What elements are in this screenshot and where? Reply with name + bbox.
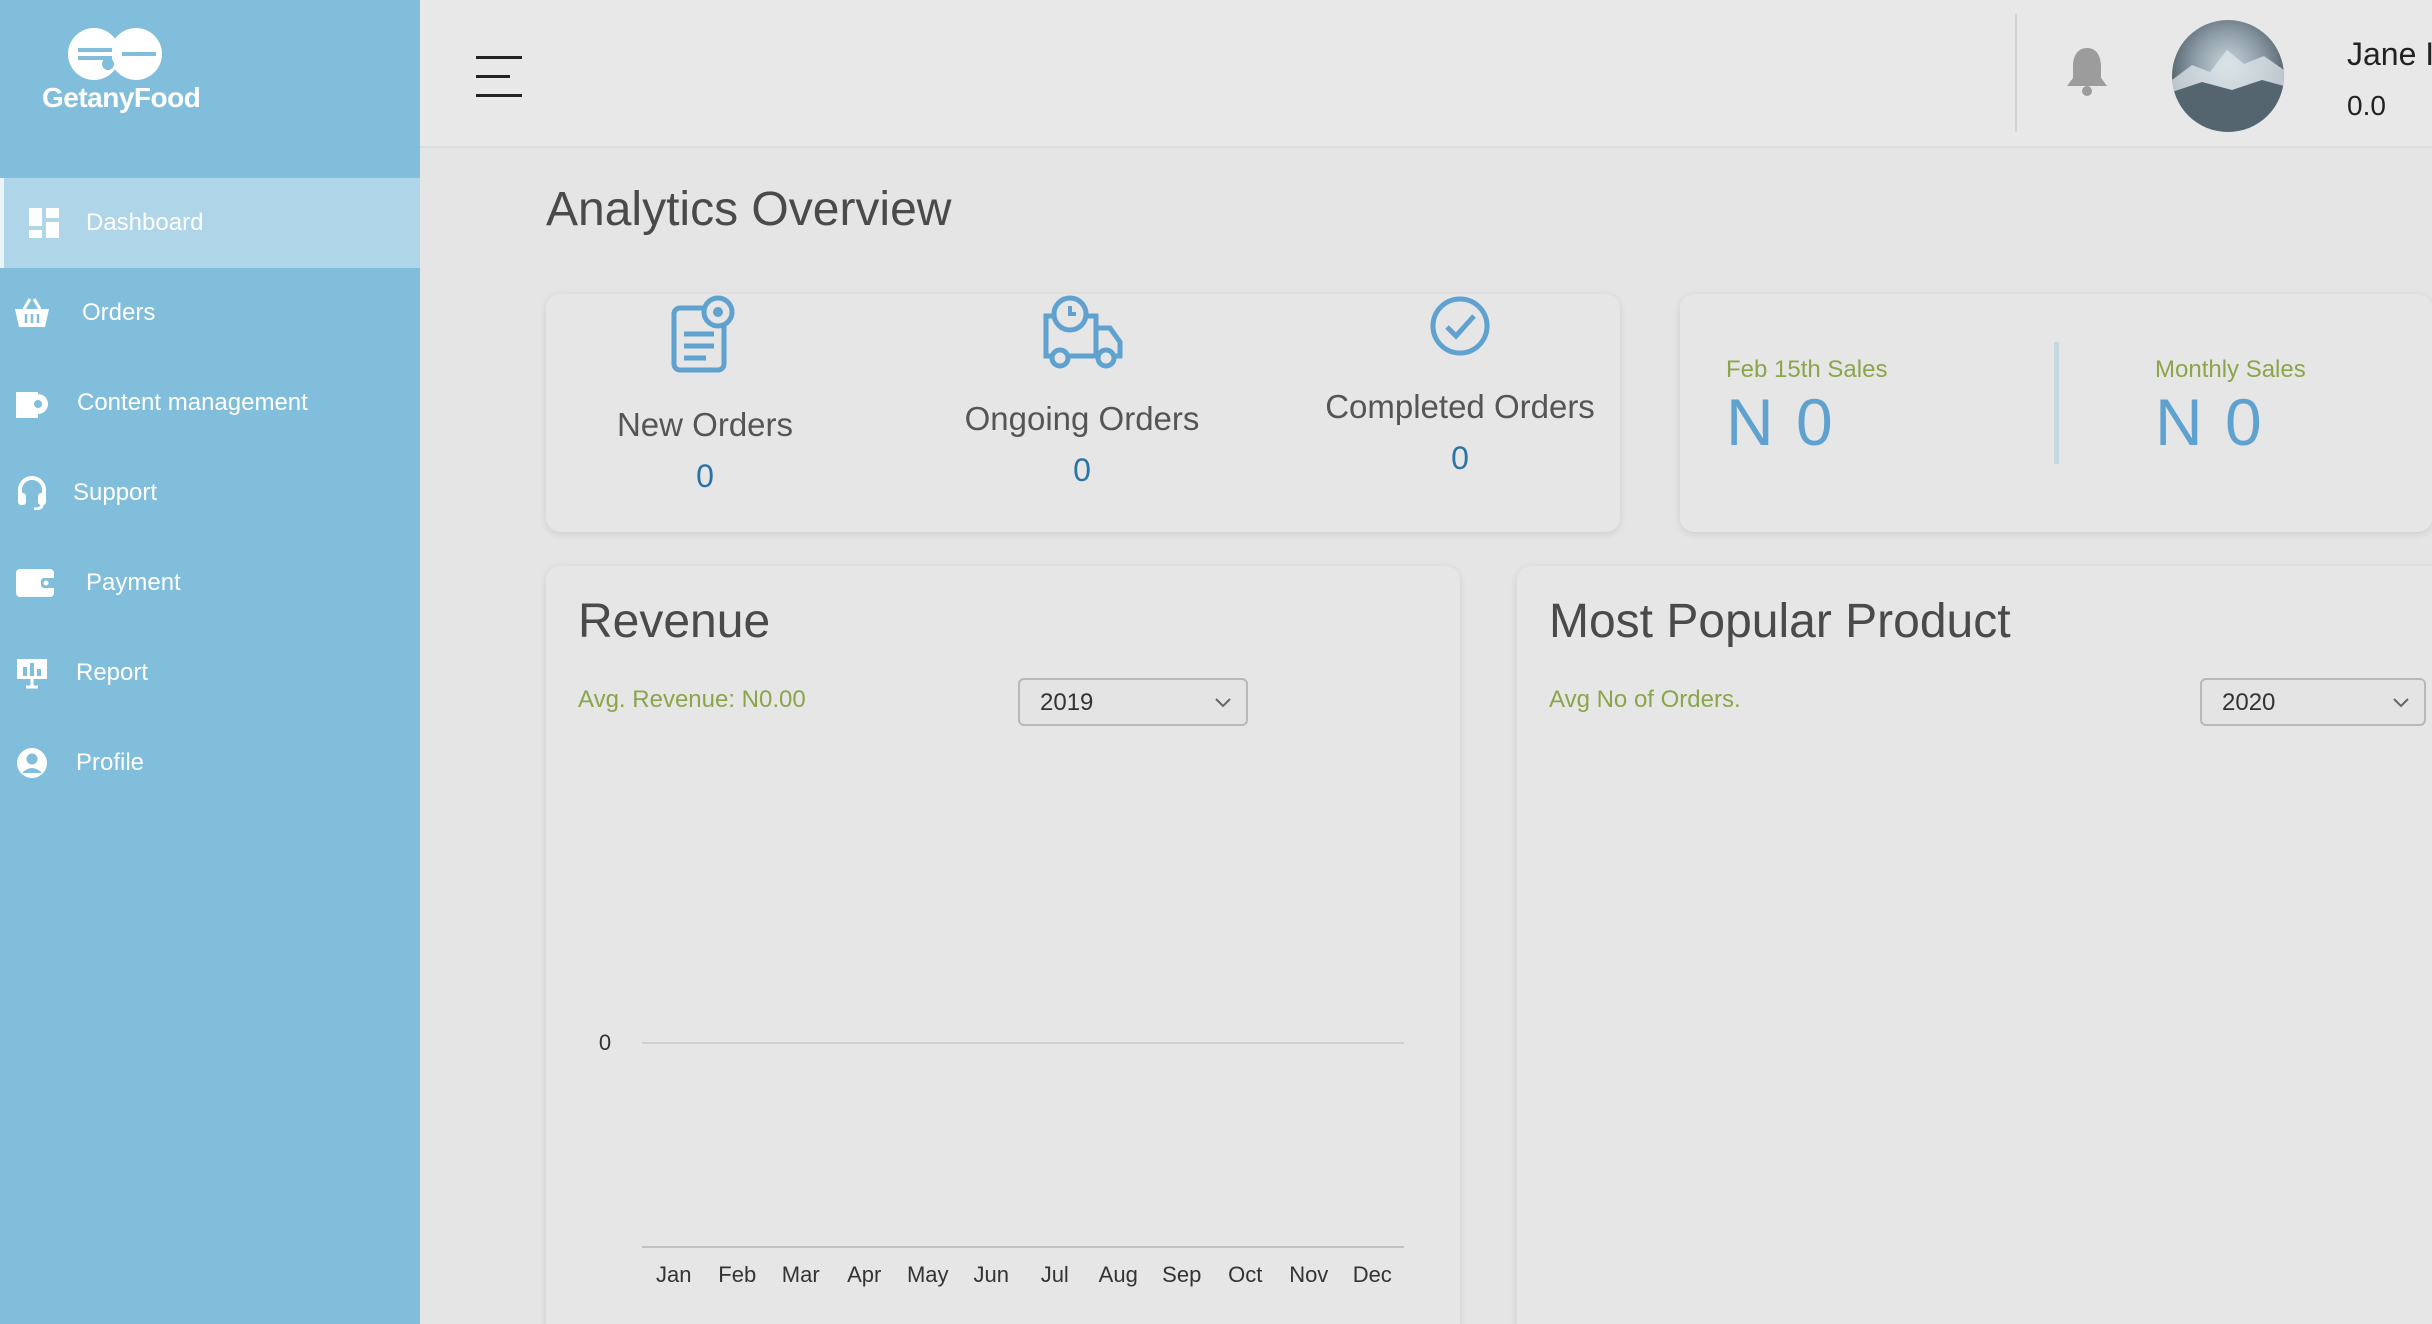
delivery-truck-icon (1043, 295, 1123, 369)
x-tick-label: Jul (1040, 1262, 1069, 1287)
wallet-icon (14, 565, 58, 601)
headset-icon (14, 475, 50, 511)
popular-year-select[interactable]: 2020 (2200, 678, 2426, 726)
bell-icon (2067, 48, 2107, 96)
order-stats-card: New Orders 0 Ongoing Orders 0 Completed … (546, 294, 1620, 532)
dashboard-icon (26, 205, 62, 241)
revenue-chart: 0 Jan Feb Mar Apr May Jun Jul Aug Sep Oct Nov Dec (578, 1000, 1418, 1300)
x-tick-label: Apr (847, 1262, 882, 1287)
sidebar-item-label: Report (76, 659, 149, 686)
stat-value-new-orders: 0 (696, 458, 714, 494)
sales-divider (2054, 342, 2059, 464)
revenue-average: Avg. Revenue: N0.00 (578, 686, 806, 713)
popular-product-average: Avg No of Orders. (1549, 686, 1741, 713)
stat-value-ongoing-orders: 0 (1073, 452, 1091, 488)
brand-logo[interactable]: GetanyFood (38, 24, 218, 124)
gridline-zero (642, 1042, 1404, 1044)
new-orders-icon (671, 295, 735, 373)
sales-label-monthly: Monthly Sales (2155, 356, 2306, 383)
user-avatar[interactable] (2172, 20, 2284, 132)
sales-label-daily: Feb 15th Sales (1726, 356, 1888, 383)
sidebar-item-content-management[interactable]: Content management (0, 358, 420, 448)
sidebar-item-dashboard[interactable]: Dashboard (0, 178, 420, 268)
page-title: Analytics Overview (546, 183, 952, 236)
sales-value-monthly: N 0 (2155, 385, 2264, 459)
stat-label-ongoing-orders: Ongoing Orders (964, 400, 1200, 437)
sidebar-item-label: Profile (76, 749, 145, 776)
sidebar-item-label: Support (73, 479, 158, 506)
brand-name: GetanyFood (42, 82, 201, 113)
revenue-title: Revenue (578, 595, 771, 648)
x-tick-label: Aug (1098, 1262, 1138, 1287)
x-tick-label: Nov (1289, 1262, 1329, 1287)
revenue-year-select[interactable]: 2019 (1018, 678, 1248, 726)
sidebar-item-label: Orders (82, 299, 156, 326)
x-axis-line (642, 1246, 1404, 1248)
menu-icon (476, 56, 522, 59)
topbar: Jane I 0.0 (420, 0, 2432, 148)
menu-toggle-button[interactable] (476, 56, 522, 100)
sidebar: GetanyFood Dashboard Orders Content mana… (0, 0, 420, 1324)
popular-year-value: 2020 (2222, 689, 2276, 716)
x-tick-label: Dec (1352, 1262, 1392, 1287)
popular-product-title: Most Popular Product (1549, 595, 2011, 648)
chevron-down-icon (1215, 698, 1231, 708)
avatar-image (2172, 50, 2284, 132)
stat-label-new-orders: New Orders (616, 406, 794, 443)
user-circle-icon (14, 745, 50, 781)
basket-icon (14, 295, 50, 331)
sidebar-item-orders[interactable]: Orders (0, 268, 420, 358)
revenue-year-value: 2019 (1040, 689, 1094, 716)
stat-label-completed-orders: Completed Orders (1325, 388, 1595, 425)
logo-icon (68, 28, 162, 80)
sidebar-item-payment[interactable]: Payment (0, 538, 420, 628)
check-circle-icon (1430, 296, 1490, 356)
user-name[interactable]: Jane I (2347, 36, 2432, 73)
notifications-button[interactable] (2062, 44, 2112, 98)
sidebar-item-label: Payment (86, 569, 181, 596)
x-tick-label: Mar (781, 1262, 820, 1287)
x-tick-label: May (906, 1262, 949, 1287)
x-tick-label: Oct (1228, 1262, 1263, 1287)
stat-value-completed-orders: 0 (1451, 440, 1469, 476)
x-tick-label: Sep (1162, 1262, 1202, 1287)
sidebar-item-label: Content management (77, 389, 308, 416)
x-tick-label: Jan (656, 1262, 692, 1287)
sidebar-item-support[interactable]: Support (0, 448, 420, 538)
x-tick-label: Jun (973, 1262, 1009, 1287)
sidebar-item-report[interactable]: Report (0, 628, 420, 718)
topbar-divider (2015, 14, 2017, 132)
x-tick-label: Feb (718, 1262, 757, 1287)
user-balance: 0.0 (2347, 90, 2386, 121)
chevron-down-icon (2393, 698, 2409, 708)
y-tick-label: 0 (598, 1030, 612, 1055)
sidebar-item-label: Dashboard (86, 209, 204, 236)
report-icon (14, 655, 50, 691)
sales-value-daily: N 0 (1726, 385, 1835, 459)
content-icon (14, 385, 50, 421)
sidebar-item-profile[interactable]: Profile (0, 718, 420, 808)
